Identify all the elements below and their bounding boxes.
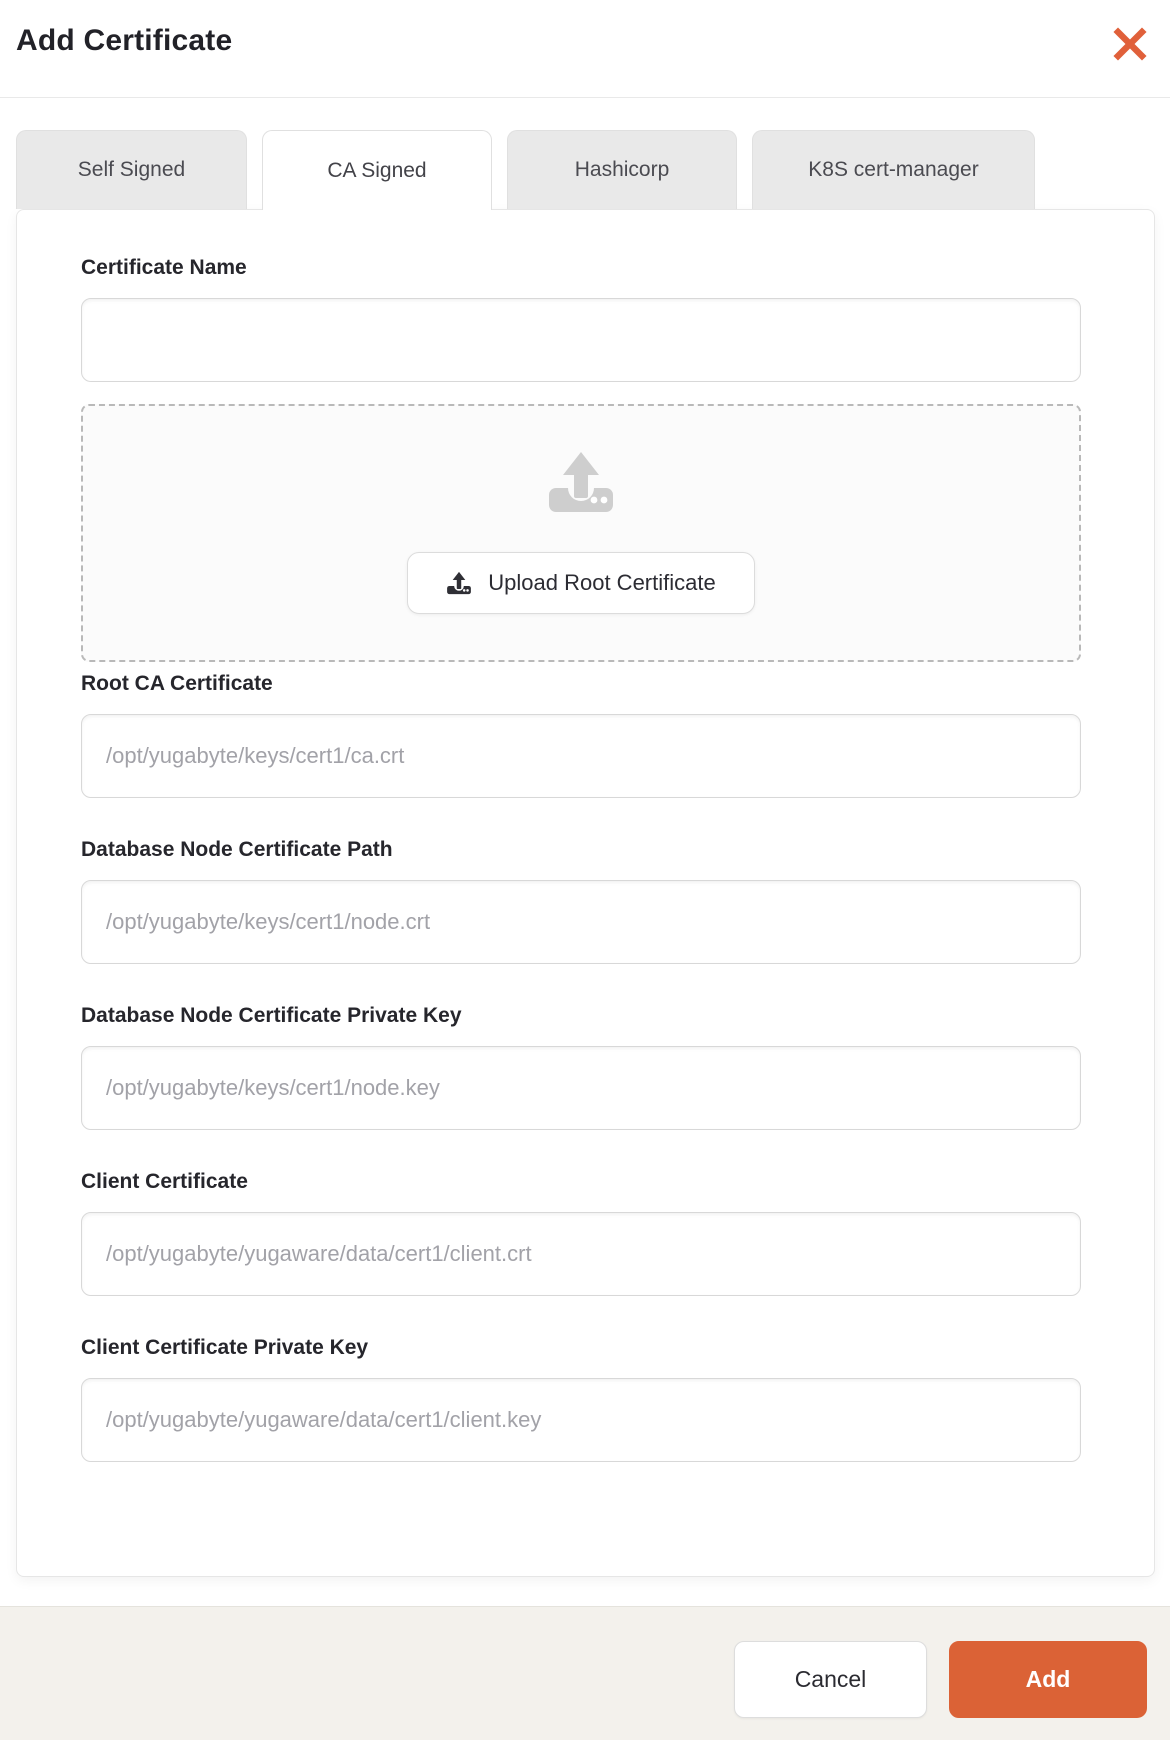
db-node-cert-path-input[interactable]: [81, 880, 1081, 964]
close-icon: [1113, 27, 1147, 61]
modal-header: Add Certificate: [0, 0, 1170, 98]
tab-self-signed[interactable]: Self Signed: [16, 130, 247, 209]
db-node-cert-key-input[interactable]: [81, 1046, 1081, 1130]
root-certificate-dropzone[interactable]: Upload Root Certificate: [81, 404, 1081, 662]
upload-icon: [447, 571, 472, 595]
root-ca-certificate-input[interactable]: [81, 714, 1081, 798]
client-cert-key-field-group: Client Certificate Private Key: [81, 1336, 1081, 1462]
db-node-cert-path-label: Database Node Certificate Path: [81, 838, 393, 861]
modal-title: Add Certificate: [16, 24, 233, 57]
root-ca-certificate-label: Root CA Certificate: [81, 672, 273, 695]
add-button[interactable]: Add: [949, 1641, 1147, 1718]
db-node-cert-key-field-group: Database Node Certificate Private Key: [81, 1004, 1081, 1130]
add-certificate-modal: Add Certificate Self Signed CA Signed Ha…: [0, 0, 1170, 1740]
footer-spacer: [0, 1577, 1170, 1606]
root-ca-certificate-field-group: Root CA Certificate: [81, 672, 1081, 798]
modal-footer: Cancel Add: [0, 1606, 1170, 1740]
upload-tray-icon: [549, 452, 613, 512]
tab-ca-signed[interactable]: CA Signed: [262, 130, 492, 210]
db-node-cert-key-label: Database Node Certificate Private Key: [81, 1004, 462, 1027]
client-certificate-label: Client Certificate: [81, 1170, 248, 1193]
cancel-button[interactable]: Cancel: [734, 1641, 927, 1718]
client-cert-key-label: Client Certificate Private Key: [81, 1336, 369, 1359]
tab-k8s-cert-manager[interactable]: K8S cert-manager: [752, 130, 1035, 209]
cancel-button-label: Cancel: [794, 1666, 867, 1692]
upload-root-certificate-label: Upload Root Certificate: [488, 570, 716, 595]
ca-signed-panel: Certificate Name Upload Root Certificate…: [16, 209, 1155, 1577]
client-certificate-field-group: Client Certificate: [81, 1170, 1081, 1296]
add-button-label: Add: [1025, 1666, 1071, 1692]
certificate-type-tabs: Self Signed CA Signed Hashicorp K8S cert…: [0, 130, 1170, 210]
db-node-cert-path-field-group: Database Node Certificate Path: [81, 838, 1081, 964]
certificate-name-input[interactable]: [81, 298, 1081, 382]
client-cert-key-input[interactable]: [81, 1378, 1081, 1462]
close-button[interactable]: [1112, 26, 1148, 62]
tab-hashicorp[interactable]: Hashicorp: [507, 130, 737, 209]
upload-root-certificate-button[interactable]: Upload Root Certificate: [407, 552, 755, 614]
client-certificate-input[interactable]: [81, 1212, 1081, 1296]
certificate-name-field-group: Certificate Name: [81, 256, 1081, 382]
certificate-name-label: Certificate Name: [81, 256, 247, 279]
